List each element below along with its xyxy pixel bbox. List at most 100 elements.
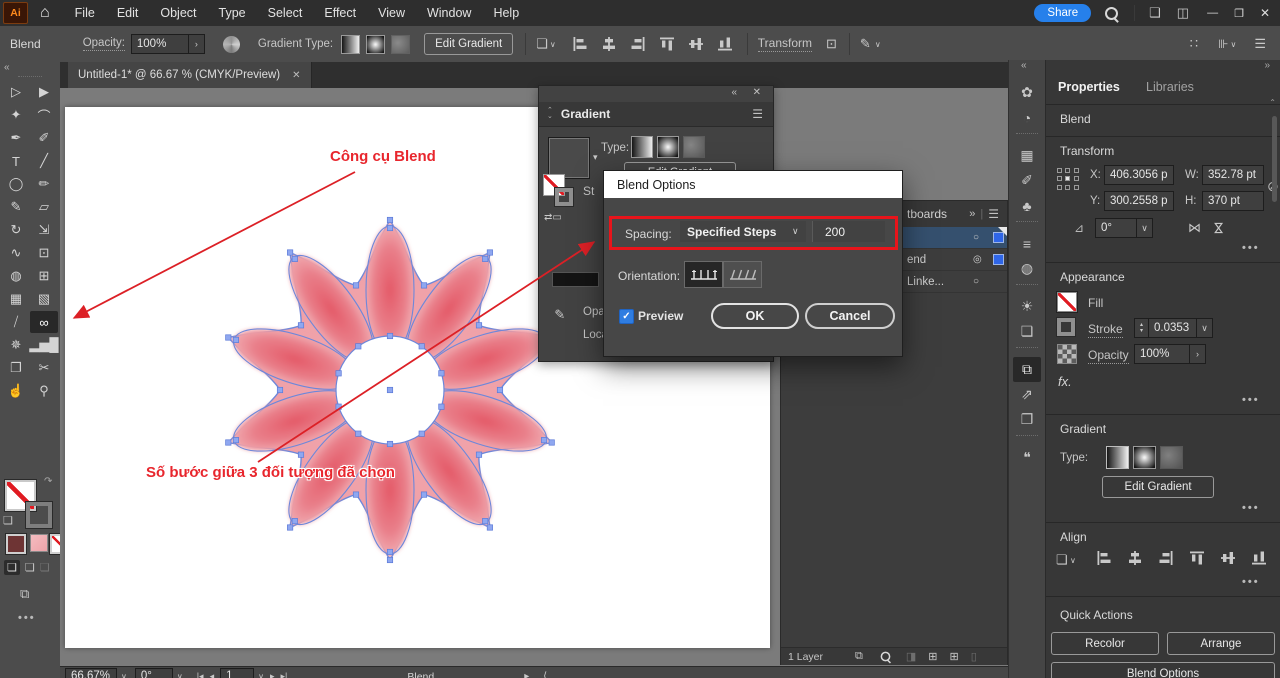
share-button[interactable]: Share	[1034, 4, 1091, 22]
reverse-gradient-icon[interactable]: ⇄▭	[544, 212, 562, 223]
opacity-field[interactable]: 100%	[131, 34, 189, 54]
ok-button[interactable]: OK	[711, 303, 799, 329]
selection-tool[interactable]: ▶	[30, 81, 58, 103]
layer-selection-square[interactable]	[993, 254, 1004, 265]
layers-menu-icon[interactable]: ☰	[988, 207, 999, 221]
default-fill-stroke-icon[interactable]: ❏	[3, 514, 13, 527]
layer-target-icon[interactable]: ○	[973, 276, 979, 287]
gradient-panel-title[interactable]: Gradient	[561, 107, 610, 121]
stroke-weight-field[interactable]: 0.0353	[1149, 318, 1197, 338]
gradient-slider-fragment[interactable]	[552, 272, 599, 287]
dock-options-icon[interactable]: ⊪	[1218, 37, 1228, 51]
restore-button[interactable]: ❐	[1234, 7, 1244, 20]
artboards-panel-icon[interactable]: ❐	[1013, 407, 1041, 432]
gradient-eyedropper-icon[interactable]: ✐	[550, 309, 566, 320]
align-horizontal-right-icon[interactable]	[630, 36, 646, 52]
gradient-swatch-chevron[interactable]: ▾	[593, 152, 598, 163]
shape-builder-tool[interactable]: ◍	[2, 265, 30, 287]
artboard-options-chevron[interactable]: ∨	[550, 40, 556, 49]
align-horizontal-center-icon[interactable]	[1127, 550, 1143, 566]
color-mode-button[interactable]	[6, 534, 26, 554]
recolor-artwork-icon[interactable]	[223, 36, 240, 53]
grip[interactable]	[1016, 347, 1038, 355]
status-play-icon[interactable]: ▸	[524, 671, 529, 678]
close-button[interactable]: ✕	[1260, 6, 1270, 20]
stroke-stepper[interactable]: ▴▾	[1134, 318, 1149, 338]
grip[interactable]	[1016, 133, 1038, 141]
layer-selection-square[interactable]	[993, 232, 1004, 243]
menubar-item[interactable]: File	[64, 6, 106, 20]
ellipse-tool[interactable]: ◯	[2, 173, 30, 195]
menubar-item[interactable]: Select	[257, 6, 314, 20]
menubar-item[interactable]: Effect	[313, 6, 367, 20]
minimize-button[interactable]: —	[1207, 7, 1218, 19]
home-icon[interactable]: ⌂	[40, 4, 50, 22]
hand-tool[interactable]: ☝	[2, 380, 30, 402]
freeform-gradient-button[interactable]	[391, 35, 410, 54]
opacity-label[interactable]: Opacity:	[83, 37, 125, 51]
flip-vertical-icon[interactable]: ⋈	[1211, 222, 1227, 235]
draw-behind-icon[interactable]: ❏	[25, 561, 35, 574]
panel-close-icon[interactable]: ✕	[753, 87, 761, 98]
toolbar-more-icon[interactable]: •••	[18, 612, 36, 624]
type-tool[interactable]: T	[2, 150, 30, 172]
eyedropper-tool[interactable]: ⧸	[2, 311, 30, 333]
magic-wand-tool[interactable]: ✦	[2, 104, 30, 126]
preview-label[interactable]: Preview	[638, 309, 683, 323]
curvature-tool[interactable]: ✐	[30, 127, 58, 149]
prev-artboard-icon[interactable]: ◂	[210, 671, 215, 678]
lasso-tool[interactable]: ⌒	[30, 104, 58, 126]
width-tool[interactable]: ∿	[2, 242, 30, 264]
menubar-item[interactable]: Edit	[106, 6, 150, 20]
properties-expand-icon[interactable]: »	[1264, 60, 1270, 71]
cancel-button[interactable]: Cancel	[805, 303, 895, 329]
artboards-tab-fragment[interactable]: tboards	[907, 207, 947, 221]
stroke-label[interactable]: Stroke	[1088, 322, 1123, 338]
graphic-styles-panel-icon[interactable]: ❏	[1013, 319, 1041, 344]
paintbrush-tool[interactable]: ✏	[30, 173, 58, 195]
x-field[interactable]: 406.3056 p	[1104, 165, 1174, 185]
grip[interactable]	[1016, 435, 1038, 443]
export-panel-icon[interactable]: ⇗	[1013, 382, 1041, 407]
scrollbar-thumb[interactable]	[1272, 116, 1277, 202]
workspace-switcher-icon[interactable]: ❑	[1149, 5, 1161, 21]
opacity-label[interactable]: Opacity	[1088, 348, 1129, 364]
align-to-selection-icon[interactable]: ❏	[1056, 552, 1068, 568]
line-segment-tool[interactable]: ╱	[30, 150, 58, 172]
free-transform-icon[interactable]: ⊡	[826, 36, 837, 52]
last-artboard-icon[interactable]: ▸|	[281, 671, 288, 678]
flip-horizontal-icon[interactable]: ⋈	[1188, 220, 1201, 236]
edit-gradient-button[interactable]: Edit Gradient	[424, 33, 513, 55]
linear-gradient-button[interactable]	[631, 136, 653, 158]
rotation-chevron[interactable]: ∨	[177, 672, 183, 678]
new-sublayer-icon[interactable]: ⊞	[928, 650, 937, 663]
toolbar-collapse-icon[interactable]: «	[4, 62, 10, 73]
new-layer-icon[interactable]: ⊞	[950, 650, 959, 663]
shared-settings-icon[interactable]: ✎	[860, 36, 871, 52]
freeform-gradient-button[interactable]	[683, 136, 705, 158]
gradient-mode-button[interactable]	[30, 534, 48, 552]
grip[interactable]	[1016, 221, 1038, 229]
orientation-align-path-button[interactable]	[723, 261, 762, 288]
panel-menu-icon[interactable]: ☰	[752, 107, 763, 121]
grip[interactable]	[1016, 284, 1038, 292]
y-field[interactable]: 300.2558 p	[1104, 191, 1174, 211]
align-vertical-bottom-icon[interactable]	[1251, 550, 1267, 566]
search-icon[interactable]	[1105, 7, 1118, 20]
fx-button[interactable]: fx.	[1058, 374, 1072, 389]
document-tab[interactable]: Untitled-1* @ 66.67 % (CMYK/Preview) ✕	[68, 62, 312, 88]
stroke-panel-icon[interactable]: ≡	[1013, 231, 1041, 256]
slice-tool[interactable]: ✂	[30, 357, 58, 379]
panel-expand-icon[interactable]: »	[969, 208, 975, 220]
comments-panel-icon[interactable]: ❝	[1013, 445, 1041, 470]
align-horizontal-center-icon[interactable]	[601, 36, 617, 52]
appearance-panel-icon[interactable]: ☀	[1013, 294, 1041, 319]
mesh-tool[interactable]: ▦	[2, 288, 30, 310]
menubar-item[interactable]: View	[367, 6, 416, 20]
rotate-tool[interactable]: ↻	[2, 219, 30, 241]
panel-collapse-icon[interactable]: «	[731, 87, 737, 98]
draw-inside-icon[interactable]: ❏	[40, 561, 50, 574]
screen-mode-icon[interactable]: ⧉	[20, 586, 29, 602]
radial-gradient-button[interactable]	[366, 35, 385, 54]
menubar-item[interactable]: Type	[208, 6, 257, 20]
